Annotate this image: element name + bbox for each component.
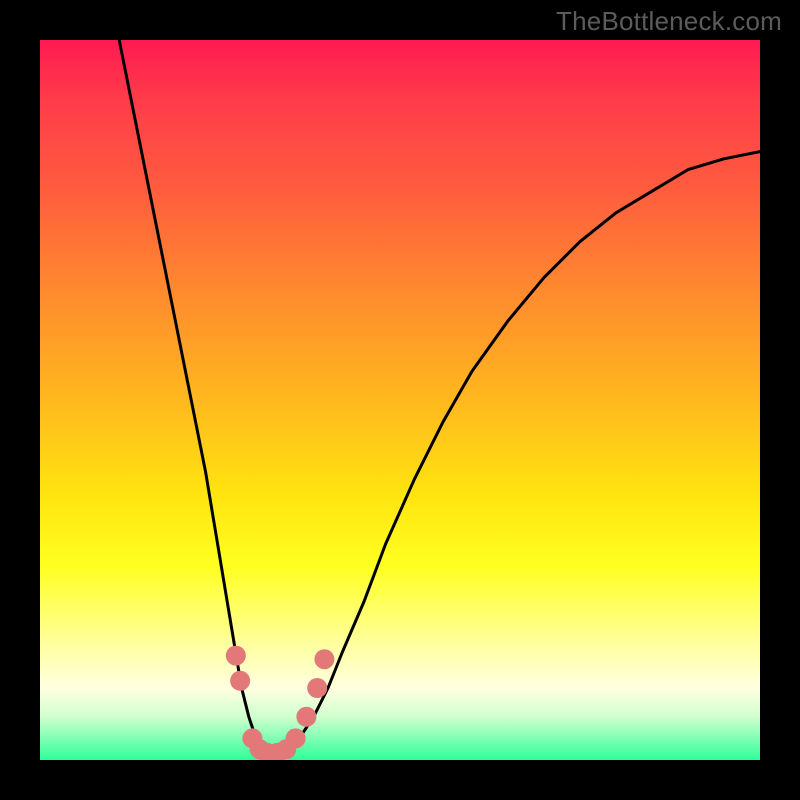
data-marker bbox=[314, 649, 334, 669]
marker-group bbox=[226, 646, 335, 760]
data-marker bbox=[230, 671, 250, 691]
curve-line bbox=[119, 40, 760, 760]
data-marker bbox=[307, 678, 327, 698]
chart-frame: TheBottleneck.com bbox=[0, 0, 800, 800]
plot-area bbox=[40, 40, 760, 760]
data-marker bbox=[286, 728, 306, 748]
data-marker bbox=[296, 707, 316, 727]
data-marker bbox=[226, 646, 246, 666]
watermark-text: TheBottleneck.com bbox=[556, 6, 782, 37]
chart-svg bbox=[40, 40, 760, 760]
